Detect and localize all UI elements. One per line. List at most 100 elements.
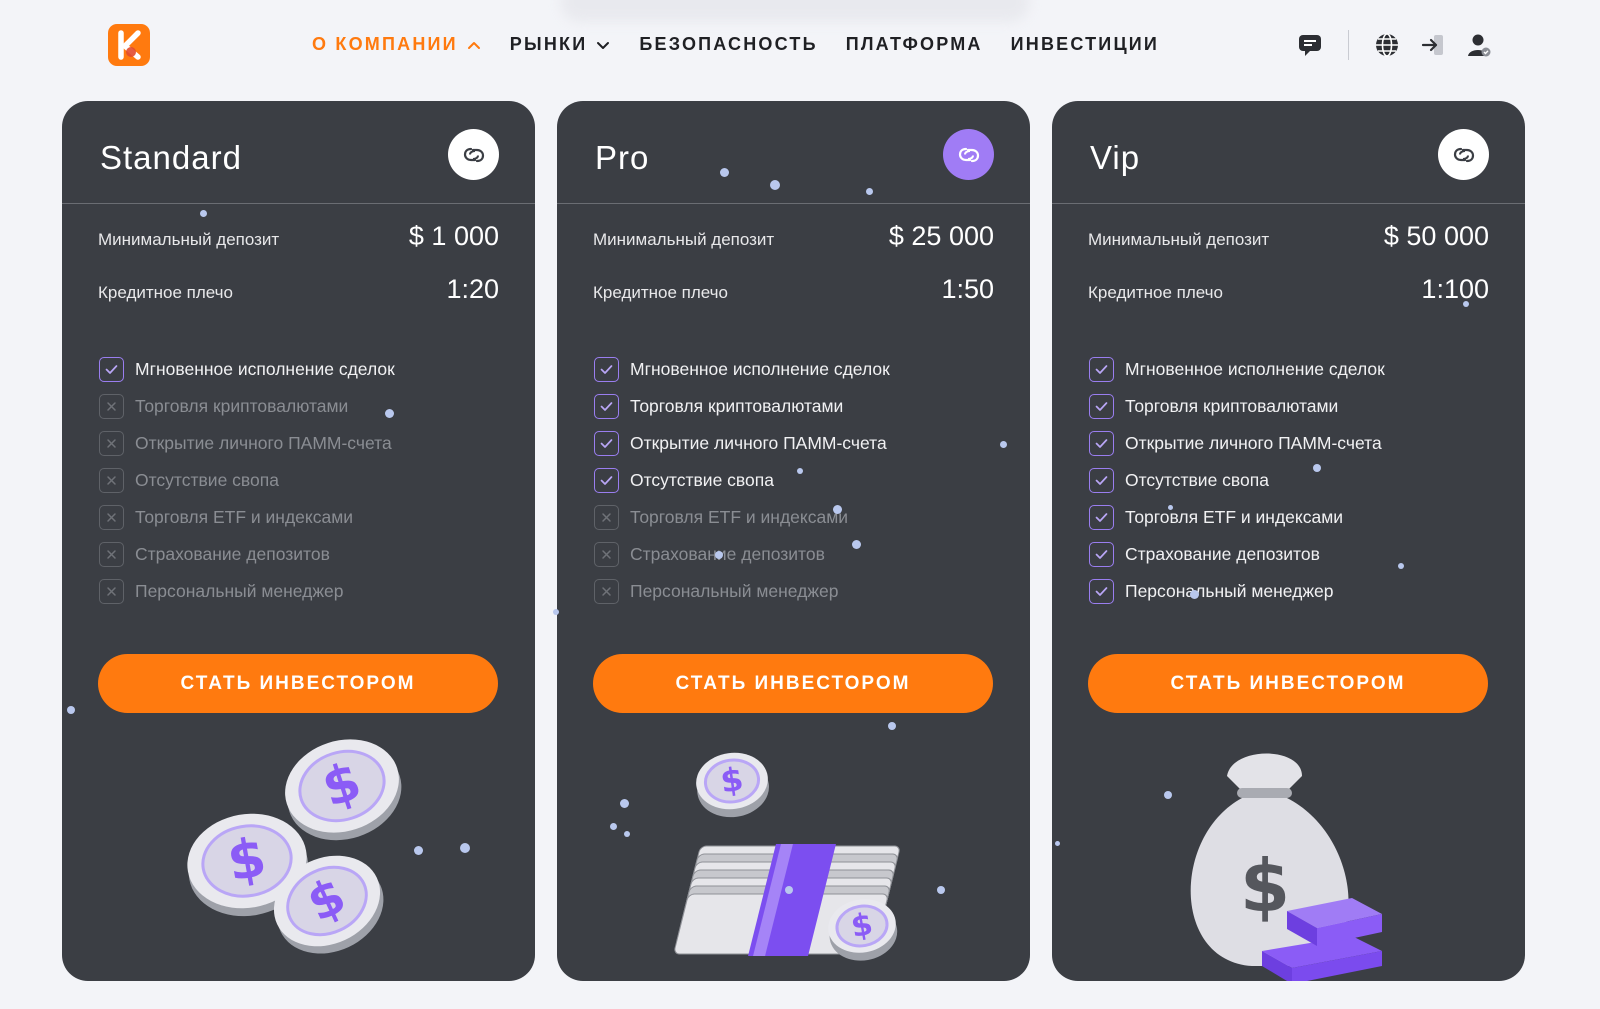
check-icon: [594, 394, 619, 419]
check-icon: [1089, 394, 1114, 419]
check-icon: [594, 468, 619, 493]
become-investor-button[interactable]: СТАТЬ ИНВЕСТОРОМ: [1088, 654, 1488, 713]
min-deposit-row: Минимальный депозит $ 50 000: [1088, 221, 1489, 252]
check-icon: [594, 357, 619, 382]
leverage-row: Кредитное плечо 1:100: [1088, 274, 1489, 305]
user-icon[interactable]: [1465, 31, 1493, 59]
feature-label: Торговля ETF и индексами: [630, 507, 849, 527]
particle-dot: [852, 540, 861, 549]
feature-item: Торговля криптовалютами: [1089, 388, 1385, 425]
particle-dot: [414, 846, 423, 855]
check-icon: [1089, 505, 1114, 530]
leverage-value: 1:20: [446, 274, 499, 304]
feature-label: Открытие личного ПАММ-счета: [135, 433, 392, 453]
cross-icon: [99, 579, 124, 604]
particle-dot: [620, 799, 629, 808]
feature-item: Торговля ETF и индексами: [1089, 499, 1385, 536]
main-nav: О КОМПАНИИ РЫНКИ БЕЗОПАСНОСТЬ ПЛАТФОРМА ИНВЕ…: [312, 34, 1159, 55]
leverage-value: 1:100: [1421, 274, 1489, 304]
nav-item-label: О КОМПАНИИ: [312, 34, 458, 54]
feature-item: Страхование депозитов: [99, 536, 395, 573]
particle-dot: [866, 188, 873, 195]
login-icon[interactable]: [1419, 31, 1447, 59]
nav-item-label: ПЛАТФОРМА: [845, 34, 983, 54]
feature-item: Отсутствие свопа: [1089, 462, 1385, 499]
plan-card-header: Vip: [1052, 101, 1525, 204]
feature-label: Мгновенное исполнение сделок: [135, 359, 395, 379]
feature-label: Страхование депозитов: [1125, 544, 1320, 564]
link-icon[interactable]: [448, 129, 499, 180]
feature-item: Торговля криптовалютами: [594, 388, 890, 425]
feature-label: Страхование депозитов: [630, 544, 825, 564]
become-investor-button[interactable]: СТАТЬ ИНВЕСТОРОМ: [593, 654, 993, 713]
particle-dot: [1313, 464, 1321, 472]
chevron-down-icon: [595, 37, 611, 53]
feature-item: Торговля криптовалютами: [99, 388, 395, 425]
link-icon[interactable]: [1438, 129, 1489, 180]
feature-label: Отсутствие свопа: [630, 470, 774, 490]
min-deposit-value: $ 1 000: [408, 221, 499, 251]
particle-dot: [1190, 590, 1199, 599]
particle-dot: [67, 706, 75, 714]
cross-icon: [99, 394, 124, 419]
particle-dot: [1055, 841, 1060, 846]
particle-dot: [610, 823, 617, 830]
nav-item-4[interactable]: ИНВЕСТИЦИИ: [1011, 34, 1159, 55]
feature-item: Открытие личного ПАММ-счета: [1089, 425, 1385, 462]
particle-dot: [200, 210, 207, 217]
leverage-label: Кредитное плечо: [593, 283, 728, 302]
particle-dot: [385, 409, 394, 418]
svg-text:$: $: [1240, 844, 1290, 928]
header-divider: [1348, 30, 1349, 60]
brand-logo-icon[interactable]: [108, 24, 150, 66]
particle-dot: [460, 843, 470, 853]
cross-icon: [99, 542, 124, 567]
link-icon[interactable]: [943, 129, 994, 180]
particle-dot: [1168, 505, 1173, 510]
particle-dot: [1398, 563, 1404, 569]
min-deposit-label: Минимальный депозит: [98, 230, 280, 249]
cash-stack-illustration: $ $: [557, 736, 1030, 981]
cross-icon: [594, 542, 619, 567]
nav-item-0[interactable]: О КОМПАНИИ: [312, 34, 482, 55]
feature-item: Персональный менеджер: [1089, 573, 1385, 610]
particle-dot: [553, 609, 559, 615]
min-deposit-label: Минимальный депозит: [1088, 230, 1270, 249]
chat-icon[interactable]: [1296, 31, 1324, 59]
feature-item: Открытие личного ПАММ-счета: [99, 425, 395, 462]
cross-icon: [99, 468, 124, 493]
particle-dot: [624, 831, 630, 837]
chevron-up-icon: [466, 37, 482, 53]
globe-icon[interactable]: [1373, 31, 1401, 59]
feature-label: Открытие личного ПАММ-счета: [1125, 433, 1382, 453]
site-header: О КОМПАНИИ РЫНКИ БЕЗОПАСНОСТЬ ПЛАТФОРМА ИНВЕ…: [0, 0, 1600, 92]
nav-item-1[interactable]: РЫНКИ: [510, 34, 612, 55]
feature-label: Торговля криптовалютами: [1125, 396, 1339, 416]
feature-item: Страхование депозитов: [1089, 536, 1385, 573]
plan-card-header: Pro: [557, 101, 1030, 204]
particle-dot: [797, 468, 803, 474]
feature-label: Торговля криптовалютами: [135, 396, 349, 416]
feature-item: Персональный менеджер: [99, 573, 395, 610]
feature-item: Мгновенное исполнение сделок: [594, 351, 890, 388]
leverage-value: 1:50: [941, 274, 994, 304]
check-icon: [1089, 579, 1114, 604]
particle-dot: [888, 722, 896, 730]
min-deposit-row: Минимальный депозит $ 1 000: [98, 221, 499, 252]
check-icon: [1089, 431, 1114, 456]
min-deposit-label: Минимальный депозит: [593, 230, 775, 249]
feature-label: Отсутствие свопа: [1125, 470, 1269, 490]
feature-item: Мгновенное исполнение сделок: [99, 351, 395, 388]
particle-dot: [1000, 441, 1007, 448]
nav-item-label: РЫНКИ: [509, 34, 588, 54]
feature-label: Мгновенное исполнение сделок: [630, 359, 890, 379]
nav-item-3[interactable]: ПЛАТФОРМА: [846, 34, 983, 55]
feature-item: Отсутствие свопа: [594, 462, 890, 499]
check-icon: [594, 431, 619, 456]
cross-icon: [99, 505, 124, 530]
coins-illustration: $ $ $: [62, 736, 535, 981]
become-investor-button[interactable]: СТАТЬ ИНВЕСТОРОМ: [98, 654, 498, 713]
nav-item-label: ИНВЕСТИЦИИ: [1010, 34, 1160, 54]
nav-item-2[interactable]: БЕЗОПАСНОСТЬ: [639, 34, 817, 55]
particle-dot: [937, 886, 945, 894]
